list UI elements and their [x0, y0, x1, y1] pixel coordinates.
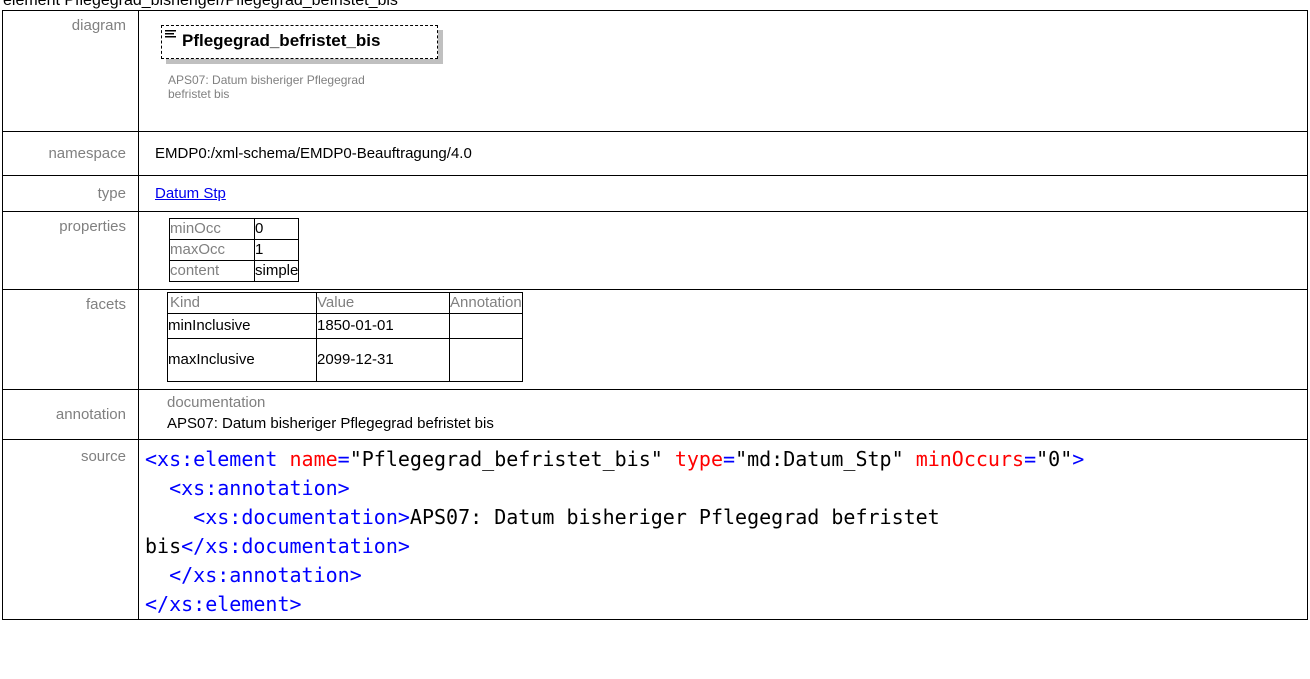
row-properties: properties minOcc 0 maxOcc 1 content sim…: [2, 211, 1308, 290]
facets-header-kind: Kind: [167, 292, 317, 314]
property-value: 1: [253, 239, 300, 261]
namespace-value: EMDP0:/xml-schema/EMDP0-Beauftragung/4.0: [138, 131, 1308, 176]
source-code: <xs:element name="Pflegegrad_befristet_b…: [145, 447, 1085, 616]
facet-annotation: [449, 338, 523, 382]
source-cell: <xs:element name="Pflegegrad_befristet_b…: [138, 439, 1308, 620]
element-box[interactable]: Pflegegrad_befristet_bis: [161, 25, 438, 59]
property-value: 0: [253, 218, 300, 240]
property-key: maxOcc: [169, 239, 255, 261]
facet-kind: minInclusive: [167, 313, 317, 339]
facets-header-value: Value: [316, 292, 450, 314]
property-value: simple: [253, 260, 300, 282]
row-source: source <xs:element name="Pflegegrad_befr…: [2, 439, 1308, 620]
namespace-label: namespace: [2, 131, 139, 176]
property-row: content simple: [169, 260, 300, 282]
annotation-cell: documentation APS07: Datum bisheriger Pf…: [138, 389, 1308, 440]
type-label: type: [2, 175, 139, 212]
facets-table: Kind Value Annotation minInclusive 1850-…: [167, 292, 523, 382]
facets-label: facets: [2, 289, 139, 390]
row-type: type Datum Stp: [2, 175, 1308, 212]
source-label: source: [2, 439, 139, 620]
row-namespace: namespace EMDP0:/xml-schema/EMDP0-Beauft…: [2, 131, 1308, 176]
annotation-label: annotation: [2, 389, 139, 440]
properties-label: properties: [2, 211, 139, 290]
facet-row: maxInclusive 2099-12-31: [167, 338, 523, 382]
row-diagram: diagram Pflegegrad_befristet_bis APS07: …: [2, 10, 1308, 132]
facet-annotation: [449, 313, 523, 339]
diagram-annotation: APS07: Datum bisheriger Pflegegrad befri…: [168, 73, 365, 101]
annotation-value: APS07: Datum bisheriger Pflegegrad befri…: [167, 415, 494, 432]
diagram-cell: Pflegegrad_befristet_bis APS07: Datum bi…: [138, 10, 1308, 132]
facets-header: Kind Value Annotation: [167, 292, 523, 314]
row-annotation: annotation documentation APS07: Datum bi…: [2, 389, 1308, 440]
schema-doc-table: diagram Pflegegrad_befristet_bis APS07: …: [2, 10, 1308, 620]
type-link[interactable]: Datum Stp: [155, 185, 226, 202]
diagram-label: diagram: [2, 10, 139, 132]
facet-row: minInclusive 1850-01-01: [167, 313, 523, 339]
property-row: minOcc 0: [169, 218, 300, 240]
diagram: Pflegegrad_befristet_bis APS07: Datum bi…: [152, 11, 1307, 131]
element-lines-icon: [165, 30, 176, 38]
facet-kind: maxInclusive: [167, 338, 317, 382]
property-key: content: [169, 260, 255, 282]
facet-value: 1850-01-01: [316, 313, 450, 339]
element-name: Pflegegrad_befristet_bis: [182, 31, 381, 50]
row-facets: facets Kind Value Annotation minInclusiv…: [2, 289, 1308, 390]
facets-header-annotation: Annotation: [449, 292, 523, 314]
facet-value: 2099-12-31: [316, 338, 450, 382]
annotation-header: documentation: [167, 394, 266, 411]
properties-table: minOcc 0 maxOcc 1 content simple: [169, 218, 300, 282]
facets-cell: Kind Value Annotation minInclusive 1850-…: [138, 289, 1308, 390]
property-row: maxOcc 1: [169, 239, 300, 261]
property-key: minOcc: [169, 218, 255, 240]
properties-cell: minOcc 0 maxOcc 1 content simple: [138, 211, 1308, 290]
